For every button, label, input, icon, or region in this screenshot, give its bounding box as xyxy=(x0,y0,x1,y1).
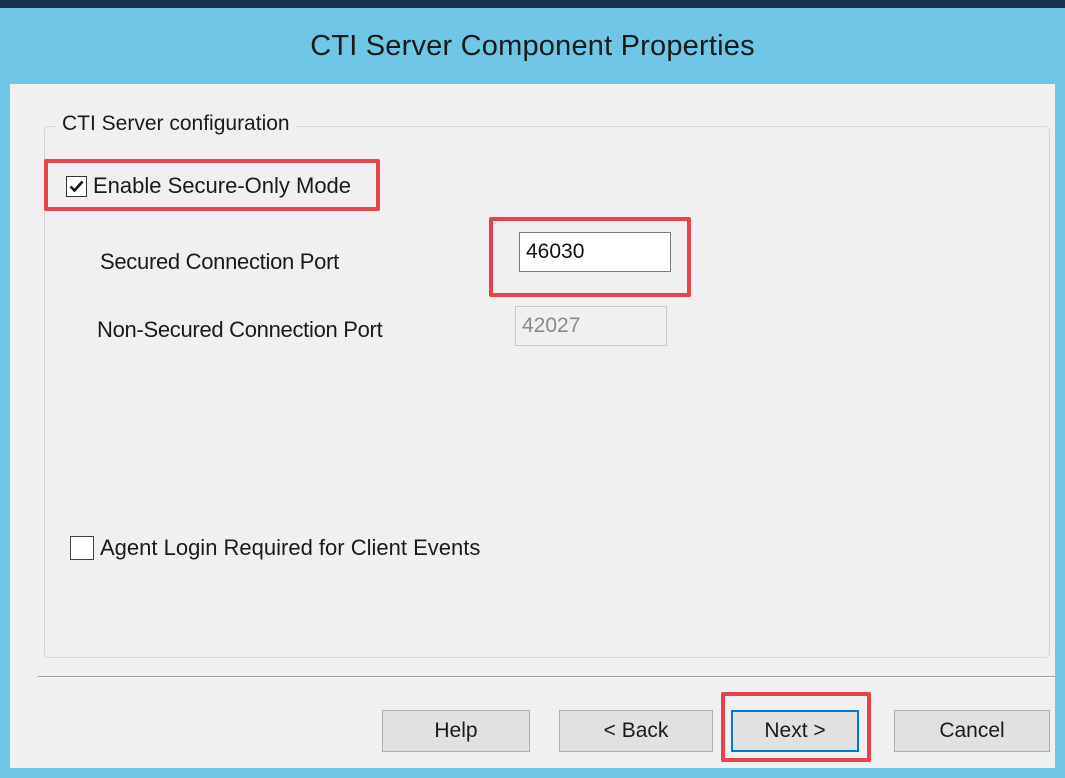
checkmark-icon xyxy=(69,180,84,192)
back-button[interactable]: < Back xyxy=(559,710,713,752)
dialog-window: CTI Server Component Properties CTI Serv… xyxy=(0,0,1065,778)
non-secured-port-label: Non-Secured Connection Port xyxy=(97,317,383,342)
window-frame-top xyxy=(0,0,1065,8)
secure-only-checkbox-row[interactable]: Enable Secure-Only Mode xyxy=(66,173,351,199)
cti-server-config-group xyxy=(44,126,1050,658)
agent-login-checkbox[interactable] xyxy=(70,536,94,560)
dialog-content: CTI Server configuration Enable Secure-O… xyxy=(10,84,1055,768)
window-frame-bottom xyxy=(0,768,1065,778)
agent-login-checkbox-row[interactable]: Agent Login Required for Client Events xyxy=(70,535,480,561)
cancel-button[interactable]: Cancel xyxy=(894,710,1050,752)
agent-login-label: Agent Login Required for Client Events xyxy=(100,535,481,560)
next-button[interactable]: Next > xyxy=(731,710,859,752)
help-button[interactable]: Help xyxy=(382,710,530,752)
secured-port-input[interactable] xyxy=(519,232,671,272)
group-legend: CTI Server configuration xyxy=(56,112,296,136)
title-bar[interactable]: CTI Server Component Properties xyxy=(10,8,1055,84)
secure-only-checkbox[interactable] xyxy=(66,175,87,197)
window-frame-right xyxy=(1055,0,1065,778)
secured-port-label: Secured Connection Port xyxy=(100,249,339,274)
secure-only-label: Enable Secure-Only Mode xyxy=(93,173,352,198)
button-separator xyxy=(38,676,1055,678)
non-secured-port-input xyxy=(515,306,667,346)
window-frame-left xyxy=(0,0,10,778)
window-title: CTI Server Component Properties xyxy=(310,29,755,62)
